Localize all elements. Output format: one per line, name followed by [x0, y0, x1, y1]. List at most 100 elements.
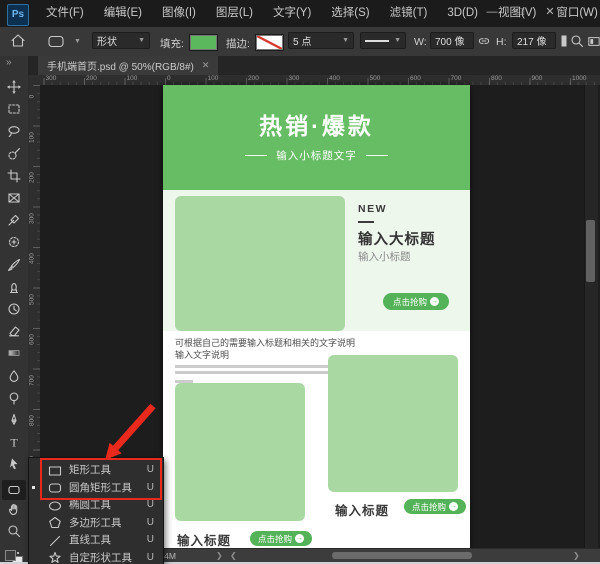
flyout-item-label: 直线工具: [69, 532, 111, 547]
ruler-label: 600: [29, 330, 36, 350]
scroll-left-icon[interactable]: ❮: [230, 551, 237, 560]
flyout-item-shortcut: U: [147, 517, 154, 528]
flyout-item-polygon[interactable]: 多边形工具 U: [29, 514, 163, 532]
workspace-icon[interactable]: [588, 35, 600, 53]
ruler-label: 900: [532, 75, 543, 82]
shape-height-input[interactable]: 217 像: [512, 32, 556, 49]
shape-width-input[interactable]: 700 像: [430, 32, 474, 49]
dodge-tool[interactable]: [7, 391, 21, 405]
menu-item[interactable]: 选择(S): [321, 0, 379, 27]
ruler-label: 200: [248, 75, 259, 82]
path-selection-tool[interactable]: [7, 457, 21, 471]
menu-item[interactable]: 文字(Y): [263, 0, 321, 27]
horizontal-scrollbar-thumb[interactable]: [332, 552, 472, 559]
tool-preset-icon[interactable]: [46, 35, 66, 53]
ruler-label: 600: [410, 75, 421, 82]
stroke-width-select[interactable]: 5 点▼: [288, 32, 354, 49]
rounded-rectangle-tool[interactable]: [2, 480, 26, 500]
menu-item[interactable]: 文件(F): [36, 0, 94, 27]
stroke-color-swatch[interactable]: [256, 35, 283, 50]
eraser-tool[interactable]: [7, 324, 21, 338]
hand-tool[interactable]: [7, 502, 21, 516]
gradient-tool[interactable]: [7, 346, 21, 360]
flyout-item-label: 多边形工具: [69, 515, 122, 530]
ruler-label: 100: [29, 127, 36, 147]
design-title: 热销·爆款: [163, 107, 470, 141]
menu-item[interactable]: 滤镜(T): [380, 0, 438, 27]
minimize-button[interactable]: —: [482, 4, 502, 21]
brush-tool[interactable]: [7, 258, 21, 272]
status-popup-arrow-icon[interactable]: ❯: [216, 551, 223, 560]
blur-tool[interactable]: [7, 369, 21, 383]
type-tool[interactable]: T: [7, 435, 21, 449]
fill-label: 填充:: [160, 36, 184, 51]
lasso-tool[interactable]: [7, 124, 21, 138]
flyout-item-line[interactable]: 直线工具U: [29, 531, 163, 549]
menu-item[interactable]: 3D(D): [437, 0, 488, 27]
library-icon[interactable]: [560, 34, 568, 53]
design-subtitle: 输入小标题文字: [276, 148, 357, 163]
flyout-item-shortcut: U: [147, 499, 154, 510]
pen-tool[interactable]: [7, 413, 21, 427]
tool-mode-select[interactable]: 形状▼: [92, 32, 150, 49]
feature-title: 输入大标题: [358, 228, 436, 249]
design-header-band: 热销·爆款 输入小标题文字: [163, 85, 470, 190]
menu-item[interactable]: 图像(I): [152, 0, 206, 27]
window-controls: — □ ✕: [482, 4, 560, 21]
frame-tool[interactable]: [7, 191, 21, 205]
photoshop-logo-icon: Ps: [7, 4, 29, 26]
document-tab[interactable]: 手机端首页.psd @ 50%(RGB/8#) ✕: [38, 56, 218, 75]
flyout-item-label: 自定形状工具: [69, 550, 132, 564]
ruler-label: 800: [491, 75, 502, 82]
marquee-tool[interactable]: [7, 102, 21, 116]
artboard-canvas[interactable]: 热销·爆款 输入小标题文字 NEW 输入大标题 输入小标题 点击抢购 → 可根据…: [163, 85, 470, 548]
move-tool[interactable]: [7, 80, 21, 94]
ruler-label: 0: [167, 75, 171, 82]
search-icon[interactable]: [570, 34, 584, 53]
width-label: W:: [414, 36, 427, 48]
height-label: H:: [496, 36, 507, 48]
feature-badge: NEW: [358, 203, 387, 215]
tab-close-icon[interactable]: ✕: [202, 60, 210, 71]
feature-section: NEW 输入大标题 输入小标题 点击抢购 →: [163, 190, 470, 331]
custom-shape-icon: [48, 551, 62, 564]
quick-selection-tool[interactable]: [7, 147, 21, 161]
flyout-item-custom-shape[interactable]: 自定形状工具 U: [29, 549, 163, 564]
vertical-scrollbar[interactable]: [584, 85, 598, 548]
clone-stamp-tool[interactable]: [7, 280, 21, 294]
product-title-left: 输入标题: [177, 530, 231, 548]
eyedropper-tool[interactable]: [7, 213, 21, 227]
feature-cta-button: 点击抢购 →: [383, 293, 449, 310]
arrow-circle-icon: →: [430, 297, 439, 306]
maximize-button[interactable]: □: [511, 4, 531, 21]
tool-options-bar: ▼ 形状▼ 填充: 描边: 5 点▼ ▼ W: 700 像 H: 217 像 ⋮: [0, 27, 600, 57]
link-dimensions-icon[interactable]: [477, 35, 491, 53]
home-icon[interactable]: [10, 33, 26, 54]
product-image-placeholder-left: [175, 383, 305, 521]
flyout-item-shortcut: U: [147, 552, 154, 563]
crop-tool[interactable]: [7, 169, 21, 183]
zoom-tool[interactable]: [7, 524, 21, 538]
healing-brush-tool[interactable]: [7, 235, 21, 249]
stroke-style-select[interactable]: ▼: [360, 32, 406, 49]
menu-item[interactable]: 编辑(E): [94, 0, 152, 27]
stroke-label: 描边:: [226, 36, 250, 51]
fill-color-swatch[interactable]: [190, 35, 217, 50]
foreground-color-swatch[interactable]: [5, 550, 16, 561]
tool-preset-chevron-icon[interactable]: ▼: [70, 38, 81, 45]
scroll-right-icon[interactable]: ❯: [573, 551, 580, 560]
menu-item[interactable]: 图层(L): [206, 0, 263, 27]
vertical-scrollbar-thumb[interactable]: [586, 220, 595, 282]
ruler-label: 500: [29, 289, 36, 309]
ruler-label: 100: [208, 75, 219, 82]
toolbar-collapse-icon[interactable]: »: [6, 57, 11, 68]
ruler-label: 700: [29, 370, 36, 390]
ruler-label: 1000: [572, 75, 586, 82]
design-subtitle-row: 输入小标题文字: [163, 148, 470, 163]
close-button[interactable]: ✕: [540, 4, 560, 21]
arrow-circle-icon: →: [295, 534, 304, 543]
history-brush-tool[interactable]: [7, 302, 21, 316]
ruler-label: 300: [289, 75, 300, 82]
photoshop-window: Ps 文件(F)编辑(E)图像(I)图层(L)文字(Y)选择(S)滤镜(T)3D…: [0, 0, 600, 564]
ruler-label: 400: [329, 75, 340, 82]
